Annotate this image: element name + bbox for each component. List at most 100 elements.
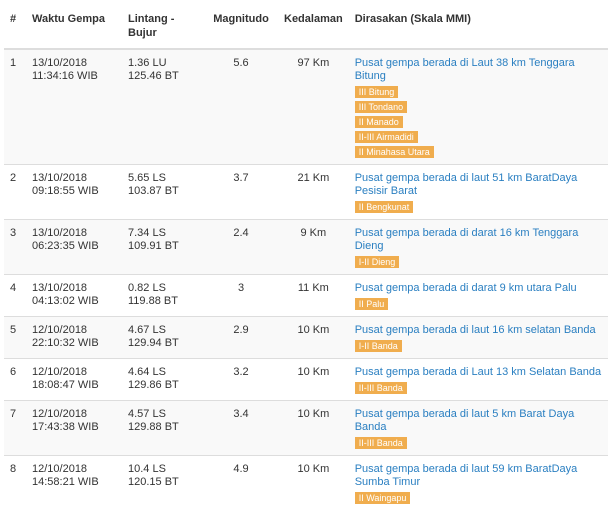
longitude: 103.87 BT <box>128 185 179 197</box>
epicenter-link[interactable]: Pusat gempa berada di laut 16 km selatan… <box>355 324 602 337</box>
event-time: 22:10:32 WIB <box>32 337 99 349</box>
event-time: 11:34:16 WIB <box>32 70 98 82</box>
event-time: 09:18:55 WIB <box>32 185 99 197</box>
magnitude-cell: 3.4 <box>204 400 278 456</box>
event-date: 13/10/2018 <box>32 172 88 184</box>
time-cell: 13/10/2018 09:18:55 WIB <box>26 164 122 220</box>
longitude: 119.88 BT <box>128 295 178 307</box>
row-number: 3 <box>4 219 26 275</box>
mmi-badge-list: III Bitung III Tondano II Manado II-III Air… <box>354 84 602 159</box>
mmi-badge: II-III Airmadidi <box>354 131 418 143</box>
row-number: 5 <box>4 316 26 359</box>
time-cell: 13/10/2018 06:23:35 WIB <box>26 219 122 275</box>
magnitude-cell: 2.9 <box>204 316 278 359</box>
mmi-badge: II Bengkunat <box>354 201 414 213</box>
coordinates-cell: 5.65 LS 103.87 BT <box>122 164 204 220</box>
latitude: 4.64 LS <box>128 366 166 378</box>
felt-cell: Pusat gempa berada di Laut 13 km Selatan… <box>348 358 608 401</box>
epicenter-link[interactable]: Pusat gempa berada di darat 9 km utara P… <box>355 282 602 295</box>
time-cell: 12/10/2018 18:08:47 WIB <box>26 358 122 401</box>
magnitude-cell: 2.4 <box>204 219 278 275</box>
latitude: 4.57 LS <box>128 408 166 420</box>
mmi-badge: II Palu <box>354 298 389 310</box>
row-number: 1 <box>4 48 26 165</box>
felt-cell: Pusat gempa berada di laut 5 km Barat Da… <box>348 400 608 456</box>
longitude: 125.46 BT <box>128 70 179 82</box>
longitude: 120.15 BT <box>128 476 179 488</box>
mmi-badge: III Tondano <box>354 101 408 113</box>
mmi-badge: II-III Banda <box>354 437 407 449</box>
mmi-badge: I-II Banda <box>354 340 402 352</box>
depth-cell: 97 Km <box>278 48 349 165</box>
event-time: 04:13:02 WIB <box>32 295 99 307</box>
mmi-badge-list: II Palu <box>354 296 602 311</box>
longitude: 109.91 BT <box>128 240 179 252</box>
table-header-row: # Waktu Gempa Lintang - Bujur Magnitudo … <box>4 0 608 50</box>
felt-cell: Pusat gempa berada di laut 16 km selatan… <box>348 316 608 359</box>
header-number: # <box>4 0 26 50</box>
event-time: 06:23:35 WIB <box>32 240 99 252</box>
magnitude-cell: 3.2 <box>204 358 278 401</box>
time-cell: 13/10/2018 04:13:02 WIB <box>26 274 122 317</box>
earthquake-table: # Waktu Gempa Lintang - Bujur Magnitudo … <box>4 0 608 510</box>
event-date: 13/10/2018 <box>32 227 88 239</box>
table-row: 6 12/10/2018 18:08:47 WIB 4.64 LS 129.86 BT 3… <box>4 358 608 401</box>
felt-cell: Pusat gempa berada di darat 9 km utara P… <box>348 274 608 317</box>
row-number: 6 <box>4 358 26 401</box>
time-cell: 12/10/2018 14:58:21 WIB <box>26 455 122 510</box>
table-row: 8 12/10/2018 14:58:21 WIB 10.4 LS 120.15 BT 4… <box>4 455 608 510</box>
table-row: 4 13/10/2018 04:13:02 WIB 0.82 LS 119.88 BT 3… <box>4 274 608 317</box>
latitude: 7.34 LS <box>128 227 166 239</box>
mmi-badge-list: II-III Banda <box>354 380 602 395</box>
event-time: 14:58:21 WIB <box>32 476 99 488</box>
time-cell: 12/10/2018 17:43:38 WIB <box>26 400 122 456</box>
mmi-badge: II Minahasa Utara <box>354 146 434 158</box>
depth-cell: 10 Km <box>278 455 349 510</box>
epicenter-link[interactable]: Pusat gempa berada di Laut 38 km Tenggar… <box>355 57 602 83</box>
felt-cell: Pusat gempa berada di Laut 38 km Tenggar… <box>348 48 608 165</box>
row-number: 7 <box>4 400 26 456</box>
table-body: 1 13/10/2018 11:34:16 WIB 1.36 LU 125.46 BT 5… <box>4 48 608 510</box>
event-time: 17:43:38 WIB <box>32 421 99 433</box>
event-date: 13/10/2018 <box>32 282 88 294</box>
longitude: 129.94 BT <box>128 337 179 349</box>
epicenter-link[interactable]: Pusat gempa berada di darat 16 km Tengga… <box>355 227 602 253</box>
depth-cell: 10 Km <box>278 400 349 456</box>
row-number: 4 <box>4 274 26 317</box>
felt-cell: Pusat gempa berada di darat 16 km Tengga… <box>348 219 608 275</box>
mmi-badge-list: II-III Banda <box>354 435 602 450</box>
epicenter-link[interactable]: Pusat gempa berada di laut 5 km Barat Da… <box>355 408 602 434</box>
header-felt: Dirasakan (Skala MMI) <box>348 0 608 50</box>
latitude: 1.36 LU <box>128 57 167 69</box>
mmi-badge: II-III Banda <box>354 382 407 394</box>
row-number: 8 <box>4 455 26 510</box>
row-number: 2 <box>4 164 26 220</box>
epicenter-link[interactable]: Pusat gempa berada di Laut 13 km Selatan… <box>355 366 602 379</box>
coordinates-cell: 4.64 LS 129.86 BT <box>122 358 204 401</box>
epicenter-link[interactable]: Pusat gempa berada di laut 51 km BaratDa… <box>355 172 602 198</box>
table-row: 1 13/10/2018 11:34:16 WIB 1.36 LU 125.46 BT 5… <box>4 48 608 165</box>
latitude: 0.82 LS <box>128 282 166 294</box>
felt-cell: Pusat gempa berada di laut 51 km BaratDa… <box>348 164 608 220</box>
time-cell: 13/10/2018 11:34:16 WIB <box>26 48 122 165</box>
longitude: 129.88 BT <box>128 421 179 433</box>
longitude: 129.86 BT <box>128 379 179 391</box>
event-time: 18:08:47 WIB <box>32 379 99 391</box>
table-row: 3 13/10/2018 06:23:35 WIB 7.34 LS 109.91 BT 2… <box>4 219 608 275</box>
mmi-badge-list: II Waingapu <box>354 490 602 505</box>
event-date: 12/10/2018 <box>32 463 88 475</box>
event-date: 12/10/2018 <box>32 408 88 420</box>
header-depth: Kedalaman <box>278 0 349 50</box>
header-coordinates: Lintang - Bujur <box>122 0 204 50</box>
latitude: 5.65 LS <box>128 172 166 184</box>
mmi-badge-list: I-II Dieng <box>354 254 602 269</box>
epicenter-link[interactable]: Pusat gempa berada di laut 59 km BaratDa… <box>355 463 602 489</box>
coordinates-cell: 0.82 LS 119.88 BT <box>122 274 204 317</box>
mmi-badge: II Manado <box>354 116 403 128</box>
mmi-badge: I-II Dieng <box>354 256 400 268</box>
mmi-badge: II Waingapu <box>354 492 411 504</box>
table-row: 2 13/10/2018 09:18:55 WIB 5.65 LS 103.87 BT 3… <box>4 164 608 220</box>
time-cell: 12/10/2018 22:10:32 WIB <box>26 316 122 359</box>
table-row: 7 12/10/2018 17:43:38 WIB 4.57 LS 129.88 BT 3… <box>4 400 608 456</box>
depth-cell: 9 Km <box>278 219 349 275</box>
